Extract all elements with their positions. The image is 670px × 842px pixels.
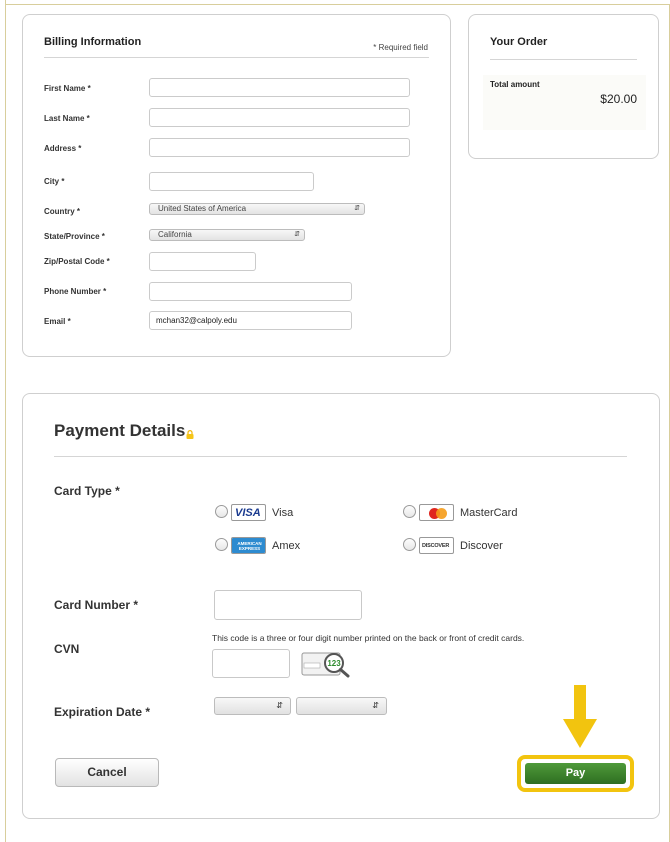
select-arrows-icon: ⇵: [294, 231, 300, 238]
amex-logo-text: AMERICAN EXPRESS: [237, 541, 262, 551]
lock-icon: [186, 430, 194, 439]
mastercard-radio[interactable]: [403, 505, 416, 518]
frame-border-left: [5, 0, 6, 842]
select-arrows-icon: ⇵: [276, 701, 283, 710]
payment-details-title: Payment Details: [54, 421, 186, 440]
expiration-year-select[interactable]: ⇵: [296, 697, 387, 715]
first-name-input[interactable]: [149, 78, 410, 97]
expiration-date-label: Expiration Date *: [54, 705, 151, 719]
billing-information-panel: Billing Information * Required field Fir…: [22, 14, 451, 357]
amex-radio[interactable]: [215, 538, 228, 551]
payment-details-panel: Payment Details Card Type * VISA Visa Ma…: [22, 393, 660, 819]
card-type-label: Card Type *: [54, 484, 120, 498]
visa-logo-text: VISA: [235, 507, 261, 519]
pay-button-highlight: Pay: [517, 755, 634, 792]
country-select[interactable]: United States of America ⇵: [149, 203, 365, 215]
cvn-label: CVN: [54, 642, 80, 656]
discover-logo-icon: DISCOVER: [419, 537, 454, 554]
your-order-panel: Your Order Total amount $20.00: [468, 14, 659, 159]
state-select[interactable]: California ⇵: [149, 229, 305, 241]
order-title: Your Order: [490, 36, 548, 48]
last-name-input[interactable]: [149, 108, 410, 127]
phone-label: Phone Number *: [44, 287, 107, 296]
country-label: Country *: [44, 207, 80, 216]
cvn-icon-digits: 123: [327, 659, 341, 668]
discover-label: Discover: [460, 540, 503, 552]
mastercard-label: MasterCard: [460, 507, 518, 519]
city-label: City *: [44, 177, 65, 186]
email-label: Email *: [44, 317, 71, 326]
phone-input[interactable]: [149, 282, 352, 301]
total-amount-value: $20.00: [600, 92, 637, 106]
discover-radio[interactable]: [403, 538, 416, 551]
zip-label: Zip/Postal Code *: [44, 257, 110, 266]
required-field-note: * Required field: [373, 43, 428, 52]
email-input[interactable]: mchan32@calpoly.edu: [149, 311, 352, 330]
state-select-value: California: [158, 230, 192, 239]
mastercard-circle-yellow: [436, 508, 447, 519]
visa-logo-icon: VISA: [231, 504, 266, 521]
cvn-card-magnifier-icon: 123: [301, 652, 350, 678]
divider: [490, 59, 637, 60]
address-label: Address *: [44, 144, 82, 153]
mastercard-logo-icon: [419, 504, 454, 521]
visa-label: Visa: [272, 507, 294, 519]
order-total-box: Total amount $20.00: [483, 75, 646, 130]
address-input[interactable]: [149, 138, 410, 157]
frame-border-top: [5, 4, 670, 5]
divider: [54, 456, 627, 457]
down-arrow-icon: [563, 685, 597, 748]
last-name-label: Last Name *: [44, 114, 90, 123]
select-arrows-icon: ⇵: [354, 205, 360, 212]
discover-logo-text: DISCOVER: [422, 543, 450, 549]
divider: [44, 57, 429, 58]
city-input[interactable]: [149, 172, 314, 191]
total-amount-label: Total amount: [490, 80, 540, 89]
expiration-month-select[interactable]: ⇵: [214, 697, 291, 715]
cvn-input[interactable]: [212, 649, 290, 678]
amex-logo-icon: AMERICAN EXPRESS: [231, 537, 266, 554]
amex-label: Amex: [272, 540, 301, 552]
first-name-label: First Name *: [44, 84, 91, 93]
billing-title: Billing Information: [44, 36, 142, 48]
zip-input[interactable]: [149, 252, 256, 271]
state-label: State/Province *: [44, 232, 105, 241]
pay-button[interactable]: Pay: [525, 763, 626, 784]
card-number-input[interactable]: [214, 590, 362, 620]
visa-radio[interactable]: [215, 505, 228, 518]
cvn-hint: This code is a three or four digit numbe…: [212, 633, 525, 643]
country-select-value: United States of America: [158, 204, 247, 213]
select-arrows-icon: ⇵: [372, 701, 379, 710]
card-number-label: Card Number *: [54, 598, 139, 612]
cancel-button[interactable]: Cancel: [55, 758, 159, 787]
